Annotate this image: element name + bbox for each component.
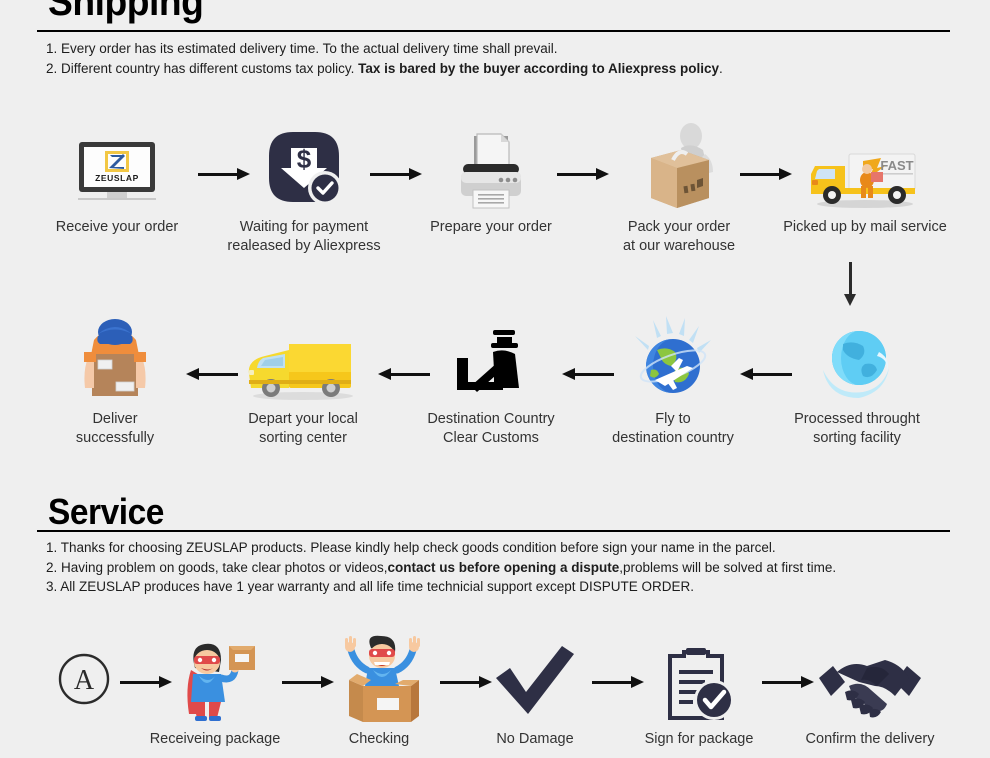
- flow-node-depart-sorting-center: Depart your local sorting center: [222, 312, 384, 448]
- note-text: Having problem on goods, take clear phot…: [61, 559, 388, 575]
- flow-label: Receive your order: [55, 219, 179, 235]
- packing-box-worker-icon: [600, 120, 758, 212]
- flow-label: Pack your order at our warehouse: [622, 219, 736, 254]
- flow-node-fly-destination: Fly to destination country: [594, 312, 752, 448]
- flow-label: Confirm the delivery: [805, 731, 935, 747]
- service-note-1: 1. Thanks for choosing ZEUSLAP products.…: [46, 538, 966, 558]
- flow-node-deliver-successfully: Deliver successfully: [36, 312, 194, 448]
- flow-node-prepare-order: Prepare your order: [412, 120, 570, 237]
- flow-label: Sign for package: [644, 731, 754, 747]
- shipping-section-title: Shipping: [48, 0, 204, 24]
- note-prefix: 3.: [46, 579, 61, 594]
- note-suffix: ,problems will be solved at first time.: [619, 559, 837, 575]
- shipping-note-2: 2. Different country has different custo…: [46, 59, 966, 79]
- superhero-in-box-icon: [312, 632, 446, 724]
- checkmark-icon: [470, 632, 600, 724]
- monitor-zeuslap-icon: ZEUSLAP: [38, 120, 196, 212]
- flow-node-clear-customs: Destination Country Clear Customs: [412, 312, 570, 448]
- flow-node-checking: Checking: [312, 632, 446, 749]
- blue-globe-icon: [778, 312, 936, 404]
- flow-label: Destination Country Clear Customs: [427, 411, 555, 446]
- flow-node-processed-sorting: Processed throught sorting facility: [778, 312, 936, 448]
- service-note-3: 3. All ZEUSLAP produces have 1 year warr…: [46, 577, 966, 597]
- service-notes: 1. Thanks for choosing ZEUSLAP products.…: [46, 538, 966, 597]
- note-text: Different country has different customs …: [61, 60, 359, 76]
- flow-node-pack-order: Pack your order at our warehouse: [600, 120, 758, 256]
- flow-node-receive-order: ZEUSLAP Receive your order: [38, 120, 196, 237]
- customs-officer-icon: [412, 312, 570, 404]
- note-text: Thanks for choosing ZEUSLAP products. Pl…: [60, 540, 776, 555]
- note-bold-text: Tax is bared by the buyer according to A…: [358, 60, 720, 76]
- flow-node-confirm-delivery: Confirm the delivery: [790, 632, 950, 749]
- handshake-icon: [790, 632, 950, 724]
- flow-label: Receiveing package: [149, 731, 281, 747]
- note-prefix: 2.: [46, 559, 62, 575]
- service-note-2: 2. Having problem on goods, take clear p…: [46, 558, 966, 578]
- note-text: All ZEUSLAP produces have 1 year warrant…: [60, 579, 695, 594]
- flow-label: Fly to destination country: [612, 411, 734, 446]
- flow-node-waiting-payment: $ Waiting for payment realeased by Aliex…: [225, 120, 383, 256]
- note-bold-text: contact us before opening a dispute: [387, 559, 620, 575]
- truck-fast-badge: FAST: [880, 158, 913, 173]
- flow-label: Deliver successfully: [75, 411, 155, 446]
- yellow-van-icon: [222, 312, 384, 404]
- flow-label: Prepare your order: [430, 219, 552, 235]
- flow-node-circled-a: A: [46, 632, 122, 730]
- shipping-note-1: 1. Every order has its estimated deliver…: [46, 39, 966, 59]
- note-prefix: 1.: [46, 540, 61, 555]
- service-divider: [37, 530, 950, 532]
- note-prefix: 2.: [46, 60, 62, 76]
- note-suffix: .: [719, 60, 723, 76]
- flow-label: Depart your local sorting center: [248, 411, 358, 446]
- flow-label: Processed throught sorting facility: [794, 411, 920, 446]
- fast-delivery-truck-icon: FAST: [775, 120, 955, 212]
- flow-label: Picked up by mail service: [783, 219, 947, 235]
- flow-label: No Damage: [496, 731, 574, 747]
- note-text: Every order has its estimated delivery t…: [61, 41, 558, 56]
- flow-node-sign-package: Sign for package: [632, 632, 766, 749]
- superhero-with-box-icon: [148, 632, 282, 724]
- shipping-divider: [37, 30, 950, 32]
- svg-text:ZEUSLAP: ZEUSLAP: [95, 173, 139, 183]
- circled-a-icon: A: [46, 632, 122, 724]
- svg-text:$: $: [297, 144, 312, 174]
- payment-dollar-icon: $: [225, 120, 383, 212]
- flow-node-picked-up: FAST Picked up by mail service: [775, 120, 955, 237]
- flow-node-receiving-package: Receiveing package: [148, 632, 282, 749]
- arrow-down-icon: [844, 262, 856, 306]
- circled-a-letter: A: [74, 665, 95, 696]
- courier-delivering-box-icon: [36, 312, 194, 404]
- note-prefix: 1.: [46, 41, 62, 56]
- flow-label: Waiting for payment realeased by Aliexpr…: [227, 219, 381, 254]
- product-description-page: Shipping 1. Every order has its estimate…: [0, 0, 990, 758]
- globe-airplane-icon: [594, 312, 752, 404]
- flow-node-no-damage: No Damage: [470, 632, 600, 749]
- printer-icon: [412, 120, 570, 212]
- shipping-notes: 1. Every order has its estimated deliver…: [46, 39, 966, 78]
- service-section-title: Service: [48, 491, 164, 532]
- flow-label: Checking: [348, 731, 410, 747]
- clipboard-check-icon: [632, 632, 766, 724]
